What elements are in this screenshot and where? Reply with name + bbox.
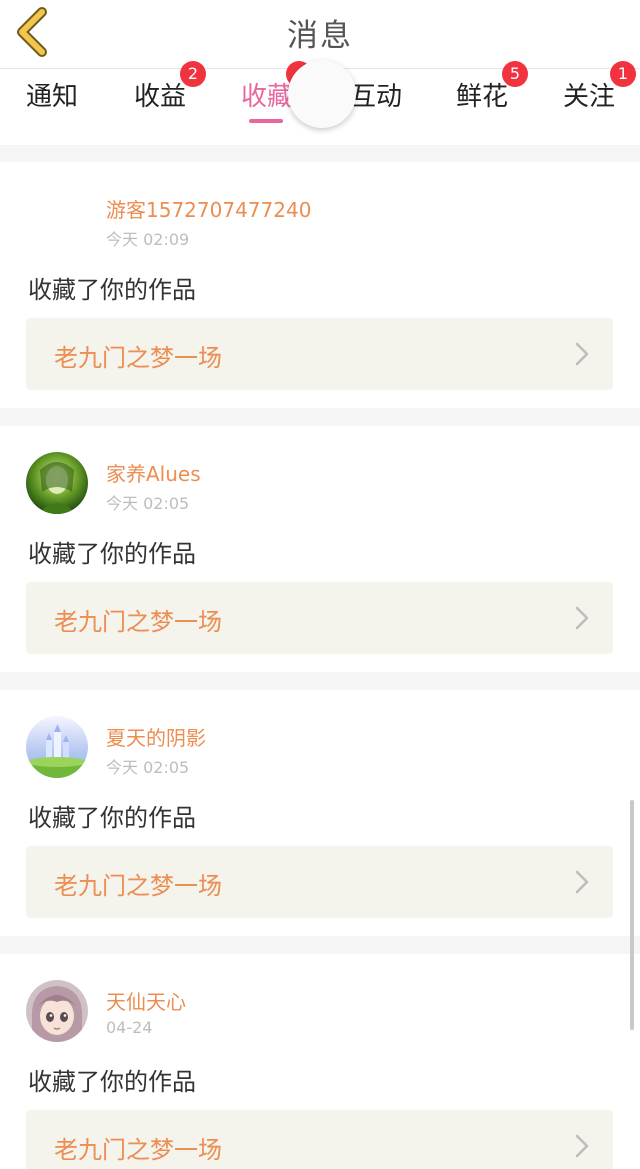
work-title: 老九门之梦一场: [54, 872, 222, 900]
chevron-right-icon: [575, 606, 589, 630]
notification-card: 游客1572707477240 今天 02:09 收藏了你的作品 老九门之梦一场: [0, 162, 640, 408]
work-link[interactable]: 老九门之梦一场: [26, 1110, 613, 1169]
timestamp: 今天 02:05: [106, 758, 190, 777]
action-text: 收藏了你的作品: [28, 804, 196, 832]
tab-follow-badge: 1: [610, 61, 636, 87]
work-link[interactable]: 老九门之梦一场: [26, 582, 613, 654]
app-root: 消息 通知 收益 2 收藏 互动 鲜花 5 关注 1 游客15727074772…: [0, 0, 640, 1169]
chevron-right-icon: [575, 342, 589, 366]
username[interactable]: 夏天的阴影: [106, 722, 206, 751]
tab-flowers-badge: 5: [502, 61, 528, 87]
username[interactable]: 家养Alues: [106, 458, 201, 487]
page-title: 消息: [287, 18, 353, 54]
avatar[interactable]: [26, 716, 88, 778]
avatar-image: [26, 716, 88, 778]
avatar[interactable]: [26, 188, 88, 250]
tab-income[interactable]: 收益: [134, 79, 186, 119]
action-text: 收藏了你的作品: [28, 1068, 196, 1096]
avatar[interactable]: [26, 980, 88, 1042]
tab-notify[interactable]: 通知: [26, 79, 78, 119]
notification-card: 夏天的阴影 今天 02:05 收藏了你的作品 老九门之梦一场: [0, 690, 640, 936]
action-text: 收藏了你的作品: [28, 540, 196, 568]
work-title: 老九门之梦一场: [54, 608, 222, 636]
active-tab-indicator: [249, 119, 283, 123]
timestamp: 今天 02:05: [106, 494, 190, 513]
avatar-image: [26, 980, 88, 1042]
tab-income-badge: 2: [180, 61, 206, 87]
timestamp: 今天 02:09: [106, 230, 190, 249]
tab-favorites[interactable]: 收藏: [241, 79, 293, 119]
scrollbar[interactable]: [630, 800, 634, 1030]
work-title: 老九门之梦一场: [54, 344, 222, 372]
tab-follow[interactable]: 关注: [563, 79, 615, 119]
notification-card: 家养Alues 今天 02:05 收藏了你的作品 老九门之梦一场: [0, 426, 640, 672]
avatar[interactable]: [26, 452, 88, 514]
tab-interact[interactable]: 互动: [350, 79, 402, 119]
header-bar: 消息: [0, 0, 640, 69]
chevron-right-icon: [575, 1134, 589, 1158]
work-link[interactable]: 老九门之梦一场: [26, 318, 613, 390]
tab-flowers[interactable]: 鲜花: [456, 79, 508, 119]
work-link[interactable]: 老九门之梦一场: [26, 846, 613, 918]
notification-card: 天仙天心 04-24 收藏了你的作品 老九门之梦一场: [0, 954, 640, 1169]
username[interactable]: 天仙天心: [106, 986, 186, 1015]
username[interactable]: 游客1572707477240: [106, 194, 311, 223]
work-title: 老九门之梦一场: [54, 1136, 222, 1164]
floating-assist-button[interactable]: [288, 60, 356, 128]
timestamp: 04-24: [106, 1018, 153, 1037]
chevron-right-icon: [575, 870, 589, 894]
action-text: 收藏了你的作品: [28, 276, 196, 304]
avatar-image: [26, 452, 88, 514]
